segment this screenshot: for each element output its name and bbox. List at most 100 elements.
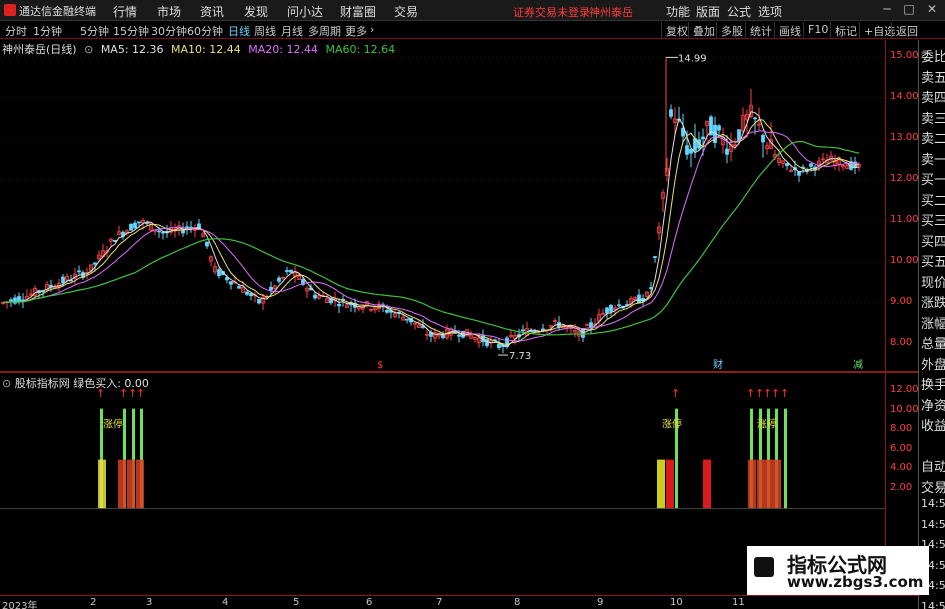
menu-ask[interactable]: 问小达 [287, 3, 323, 20]
sidebar-item[interactable]: 外盘 [921, 354, 945, 373]
sidebar-item[interactable]: 卖二 [921, 128, 945, 147]
login-warning[interactable]: 证券交易未登录 [513, 4, 590, 20]
period-monthly[interactable]: 月线 [281, 23, 303, 39]
volume-bar [657, 459, 665, 509]
sidebar-item[interactable]: 涨幅 [921, 313, 945, 332]
sidebar-item[interactable]: 净资 [921, 395, 945, 414]
stats-button[interactable]: 统计 [745, 22, 776, 38]
period-intraday[interactable]: 分时 [5, 23, 27, 39]
sidebar-item[interactable]: 买一 [921, 169, 945, 188]
sidebar-item[interactable]: 14:50 [921, 518, 945, 531]
candle-body [157, 230, 161, 233]
sidebar-item[interactable]: 14:50 [921, 600, 945, 609]
settings-icon[interactable]: ⊙ [84, 43, 93, 56]
period-15min[interactable]: 15分钟 [113, 23, 149, 39]
limit-up-label: 涨停 [757, 417, 777, 430]
sidebar-item[interactable]: 自动 [921, 456, 945, 475]
date-tick-label: 3 [146, 597, 153, 608]
menu-formula[interactable]: 公式 [727, 3, 751, 20]
maximize-icon[interactable]: □ [902, 2, 916, 16]
menu-wealth[interactable]: 财富圈 [340, 3, 376, 20]
back-button[interactable]: 返回 [891, 22, 922, 38]
candle-body [257, 299, 261, 304]
indicator-tick-label: 4.00 [890, 462, 913, 474]
f10-button[interactable]: F10 [803, 22, 832, 38]
close-icon[interactable]: ✕ [925, 2, 939, 16]
menu-quotes[interactable]: 行情 [113, 3, 137, 20]
up-arrow-icon: ↑ [671, 387, 680, 400]
overlay-button[interactable]: 叠加 [688, 22, 719, 38]
period-1min[interactable]: 1分钟 [33, 23, 62, 39]
multi-stock-button[interactable]: 多股 [716, 22, 747, 38]
indicator-info-line: ⊙ 股标指标网 绿色买入: 0.00 [2, 375, 149, 391]
login-stock[interactable]: 神州泰岳 [589, 4, 633, 20]
candle-body [441, 334, 445, 339]
menu-options[interactable]: 选项 [758, 3, 782, 20]
period-30min[interactable]: 30分钟 [151, 23, 187, 39]
candle-body [609, 304, 613, 312]
sidebar-item[interactable]: 卖四 [921, 87, 945, 106]
candle-body [701, 136, 705, 140]
menu-market[interactable]: 市场 [157, 3, 181, 20]
volume-bar [118, 459, 126, 509]
low-label: 7.73 [509, 351, 531, 362]
price-chart[interactable]: 14.99 7.73 $ 财 减 [0, 40, 885, 371]
period-weekly[interactable]: 周线 [254, 23, 276, 39]
settings-icon[interactable]: ⊙ [2, 377, 11, 390]
sidebar-item[interactable]: 买五 [921, 251, 945, 270]
ma60-label: MA60: 12.64 [325, 43, 396, 56]
date-tick-label: 2023年 [2, 601, 38, 609]
menu-layout[interactable]: 版面 [696, 3, 720, 20]
sidebar-item[interactable]: 收益 [921, 415, 945, 434]
ma60-line [2, 141, 860, 336]
sidebar-item[interactable]: 14:50 [921, 497, 945, 510]
sidebar-item[interactable]: 卖一 [921, 149, 945, 168]
sidebar-item[interactable]: 卖三 [921, 108, 945, 127]
menu-discover[interactable]: 发现 [244, 3, 268, 20]
sidebar-item[interactable]: 买三 [921, 210, 945, 229]
draw-line-button[interactable]: 画线 [774, 22, 805, 38]
candle-body [605, 307, 609, 314]
candle-body [717, 125, 721, 131]
period-60min[interactable]: 60分钟 [187, 23, 223, 39]
volume-bar [765, 459, 773, 509]
sidebar-item[interactable]: 现价 [921, 272, 945, 291]
menu-functions[interactable]: 功能 [666, 3, 690, 20]
sidebar-item[interactable]: 交易 [921, 477, 945, 496]
sidebar-item[interactable]: 换手 [921, 374, 945, 393]
period-more[interactable]: 更多 [345, 23, 367, 39]
sidebar-item[interactable]: 买二 [921, 190, 945, 209]
menu-news[interactable]: 资讯 [200, 3, 224, 20]
minimize-icon[interactable]: ─ [880, 2, 894, 16]
watermark-logo-icon [754, 557, 774, 577]
volume-bar [703, 459, 711, 509]
chevron-right-icon[interactable]: › [370, 23, 374, 36]
period-multi[interactable]: 多周期 [308, 23, 341, 39]
menu-bar: 通达信金融终端 行情 市场 资讯 发现 问小达 财富圈 交易 证券交易未登录 神… [0, 0, 945, 21]
indicator-label[interactable]: 股标指标网 [15, 377, 70, 390]
candle-body [689, 148, 693, 154]
watermark-url: www.zbgs3.com [787, 573, 924, 591]
candle-body [205, 241, 209, 247]
event-marker: $ [377, 360, 383, 371]
period-5min[interactable]: 5分钟 [80, 23, 109, 39]
sidebar-item[interactable]: 涨跌 [921, 292, 945, 311]
candle-body [249, 293, 253, 297]
stock-label[interactable]: 神州泰岳(日线) [2, 43, 77, 56]
event-marker: 财 [713, 358, 723, 371]
sidebar-item[interactable]: 买四 [921, 231, 945, 250]
period-daily[interactable]: 日线 [228, 23, 250, 39]
date-tick-label: 8 [514, 597, 521, 608]
candle-body [617, 304, 621, 307]
mark-button[interactable]: 标记 [830, 22, 861, 38]
candle-body [229, 281, 233, 285]
limit-up-label: 涨停 [662, 417, 682, 430]
ma20-label: MA20: 12.44 [248, 43, 318, 56]
sidebar-item[interactable]: 委比 [921, 46, 945, 65]
candle-body [521, 329, 525, 332]
sidebar-item[interactable]: 卖五 [921, 67, 945, 86]
sidebar-item[interactable]: 总量 [921, 333, 945, 352]
menu-trade[interactable]: 交易 [394, 3, 418, 20]
up-arrow-icon: ↑ [780, 387, 789, 400]
date-tick-label: 9 [597, 597, 604, 608]
